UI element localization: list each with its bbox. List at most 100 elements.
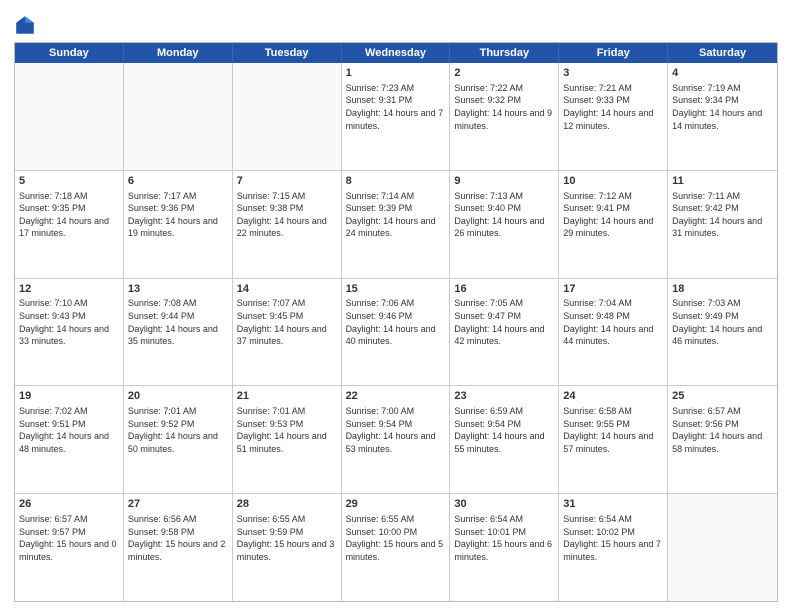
- day-number: 22: [346, 389, 446, 404]
- day-number: 12: [19, 282, 119, 297]
- cal-cell: 15Sunrise: 7:06 AM Sunset: 9:46 PM Dayli…: [342, 279, 451, 386]
- day-number: 6: [128, 174, 228, 189]
- cal-cell: 27Sunrise: 6:56 AM Sunset: 9:58 PM Dayli…: [124, 494, 233, 601]
- day-number: 24: [563, 389, 663, 404]
- cal-header-thursday: Thursday: [450, 43, 559, 63]
- cal-cell: 28Sunrise: 6:55 AM Sunset: 9:59 PM Dayli…: [233, 494, 342, 601]
- cell-content: Sunrise: 6:54 AM Sunset: 10:01 PM Daylig…: [454, 513, 554, 563]
- cal-cell: [668, 494, 777, 601]
- cal-cell: [233, 63, 342, 170]
- cell-content: Sunrise: 7:21 AM Sunset: 9:33 PM Dayligh…: [563, 82, 663, 132]
- day-number: 9: [454, 174, 554, 189]
- cell-content: Sunrise: 7:15 AM Sunset: 9:38 PM Dayligh…: [237, 190, 337, 240]
- cal-cell: 11Sunrise: 7:11 AM Sunset: 9:42 PM Dayli…: [668, 171, 777, 278]
- day-number: 19: [19, 389, 119, 404]
- cal-cell: 14Sunrise: 7:07 AM Sunset: 9:45 PM Dayli…: [233, 279, 342, 386]
- day-number: 14: [237, 282, 337, 297]
- cell-content: Sunrise: 7:07 AM Sunset: 9:45 PM Dayligh…: [237, 297, 337, 347]
- cal-cell: 21Sunrise: 7:01 AM Sunset: 9:53 PM Dayli…: [233, 386, 342, 493]
- cal-cell: 3Sunrise: 7:21 AM Sunset: 9:33 PM Daylig…: [559, 63, 668, 170]
- cal-cell: 2Sunrise: 7:22 AM Sunset: 9:32 PM Daylig…: [450, 63, 559, 170]
- cell-content: Sunrise: 7:22 AM Sunset: 9:32 PM Dayligh…: [454, 82, 554, 132]
- cal-cell: 25Sunrise: 6:57 AM Sunset: 9:56 PM Dayli…: [668, 386, 777, 493]
- day-number: 15: [346, 282, 446, 297]
- cell-content: Sunrise: 6:55 AM Sunset: 9:59 PM Dayligh…: [237, 513, 337, 563]
- day-number: 1: [346, 66, 446, 81]
- cal-cell: 18Sunrise: 7:03 AM Sunset: 9:49 PM Dayli…: [668, 279, 777, 386]
- day-number: 28: [237, 497, 337, 512]
- calendar-body: 1Sunrise: 7:23 AM Sunset: 9:31 PM Daylig…: [15, 63, 777, 601]
- logo: [14, 14, 38, 36]
- cal-cell: 13Sunrise: 7:08 AM Sunset: 9:44 PM Dayli…: [124, 279, 233, 386]
- day-number: 26: [19, 497, 119, 512]
- day-number: 23: [454, 389, 554, 404]
- cal-header-sunday: Sunday: [15, 43, 124, 63]
- cell-content: Sunrise: 6:54 AM Sunset: 10:02 PM Daylig…: [563, 513, 663, 563]
- day-number: 16: [454, 282, 554, 297]
- cell-content: Sunrise: 7:05 AM Sunset: 9:47 PM Dayligh…: [454, 297, 554, 347]
- day-number: 10: [563, 174, 663, 189]
- cal-cell: 6Sunrise: 7:17 AM Sunset: 9:36 PM Daylig…: [124, 171, 233, 278]
- cell-content: Sunrise: 7:14 AM Sunset: 9:39 PM Dayligh…: [346, 190, 446, 240]
- day-number: 27: [128, 497, 228, 512]
- header: [14, 10, 778, 36]
- day-number: 7: [237, 174, 337, 189]
- cal-cell: 9Sunrise: 7:13 AM Sunset: 9:40 PM Daylig…: [450, 171, 559, 278]
- cal-cell: 24Sunrise: 6:58 AM Sunset: 9:55 PM Dayli…: [559, 386, 668, 493]
- day-number: 30: [454, 497, 554, 512]
- cell-content: Sunrise: 6:57 AM Sunset: 9:56 PM Dayligh…: [672, 405, 773, 455]
- cal-week-4: 19Sunrise: 7:02 AM Sunset: 9:51 PM Dayli…: [15, 386, 777, 494]
- logo-icon: [14, 14, 36, 36]
- cal-header-tuesday: Tuesday: [233, 43, 342, 63]
- day-number: 11: [672, 174, 773, 189]
- cal-cell: 16Sunrise: 7:05 AM Sunset: 9:47 PM Dayli…: [450, 279, 559, 386]
- day-number: 18: [672, 282, 773, 297]
- cell-content: Sunrise: 7:10 AM Sunset: 9:43 PM Dayligh…: [19, 297, 119, 347]
- calendar: SundayMondayTuesdayWednesdayThursdayFrid…: [14, 42, 778, 602]
- cal-cell: 8Sunrise: 7:14 AM Sunset: 9:39 PM Daylig…: [342, 171, 451, 278]
- cal-cell: 29Sunrise: 6:55 AM Sunset: 10:00 PM Dayl…: [342, 494, 451, 601]
- day-number: 8: [346, 174, 446, 189]
- cell-content: Sunrise: 7:01 AM Sunset: 9:53 PM Dayligh…: [237, 405, 337, 455]
- cal-cell: 19Sunrise: 7:02 AM Sunset: 9:51 PM Dayli…: [15, 386, 124, 493]
- day-number: 3: [563, 66, 663, 81]
- day-number: 21: [237, 389, 337, 404]
- day-number: 2: [454, 66, 554, 81]
- cell-content: Sunrise: 7:00 AM Sunset: 9:54 PM Dayligh…: [346, 405, 446, 455]
- cal-week-1: 1Sunrise: 7:23 AM Sunset: 9:31 PM Daylig…: [15, 63, 777, 171]
- cal-cell: 17Sunrise: 7:04 AM Sunset: 9:48 PM Dayli…: [559, 279, 668, 386]
- cell-content: Sunrise: 7:04 AM Sunset: 9:48 PM Dayligh…: [563, 297, 663, 347]
- cell-content: Sunrise: 6:56 AM Sunset: 9:58 PM Dayligh…: [128, 513, 228, 563]
- cal-cell: 10Sunrise: 7:12 AM Sunset: 9:41 PM Dayli…: [559, 171, 668, 278]
- cal-header-saturday: Saturday: [668, 43, 777, 63]
- cal-cell: [124, 63, 233, 170]
- cell-content: Sunrise: 7:13 AM Sunset: 9:40 PM Dayligh…: [454, 190, 554, 240]
- day-number: 29: [346, 497, 446, 512]
- cell-content: Sunrise: 6:57 AM Sunset: 9:57 PM Dayligh…: [19, 513, 119, 563]
- cal-header-wednesday: Wednesday: [342, 43, 451, 63]
- calendar-header: SundayMondayTuesdayWednesdayThursdayFrid…: [15, 43, 777, 63]
- cell-content: Sunrise: 7:08 AM Sunset: 9:44 PM Dayligh…: [128, 297, 228, 347]
- cal-cell: 30Sunrise: 6:54 AM Sunset: 10:01 PM Dayl…: [450, 494, 559, 601]
- cal-week-2: 5Sunrise: 7:18 AM Sunset: 9:35 PM Daylig…: [15, 171, 777, 279]
- cal-cell: 4Sunrise: 7:19 AM Sunset: 9:34 PM Daylig…: [668, 63, 777, 170]
- cal-week-3: 12Sunrise: 7:10 AM Sunset: 9:43 PM Dayli…: [15, 279, 777, 387]
- cell-content: Sunrise: 7:03 AM Sunset: 9:49 PM Dayligh…: [672, 297, 773, 347]
- cal-week-5: 26Sunrise: 6:57 AM Sunset: 9:57 PM Dayli…: [15, 494, 777, 601]
- cell-content: Sunrise: 7:02 AM Sunset: 9:51 PM Dayligh…: [19, 405, 119, 455]
- cal-header-monday: Monday: [124, 43, 233, 63]
- cal-cell: 22Sunrise: 7:00 AM Sunset: 9:54 PM Dayli…: [342, 386, 451, 493]
- day-number: 4: [672, 66, 773, 81]
- cal-cell: 20Sunrise: 7:01 AM Sunset: 9:52 PM Dayli…: [124, 386, 233, 493]
- day-number: 5: [19, 174, 119, 189]
- cell-content: Sunrise: 7:19 AM Sunset: 9:34 PM Dayligh…: [672, 82, 773, 132]
- cal-cell: 5Sunrise: 7:18 AM Sunset: 9:35 PM Daylig…: [15, 171, 124, 278]
- cal-cell: [15, 63, 124, 170]
- cell-content: Sunrise: 6:58 AM Sunset: 9:55 PM Dayligh…: [563, 405, 663, 455]
- cal-cell: 23Sunrise: 6:59 AM Sunset: 9:54 PM Dayli…: [450, 386, 559, 493]
- cell-content: Sunrise: 6:59 AM Sunset: 9:54 PM Dayligh…: [454, 405, 554, 455]
- cell-content: Sunrise: 7:01 AM Sunset: 9:52 PM Dayligh…: [128, 405, 228, 455]
- day-number: 20: [128, 389, 228, 404]
- day-number: 17: [563, 282, 663, 297]
- cal-cell: 7Sunrise: 7:15 AM Sunset: 9:38 PM Daylig…: [233, 171, 342, 278]
